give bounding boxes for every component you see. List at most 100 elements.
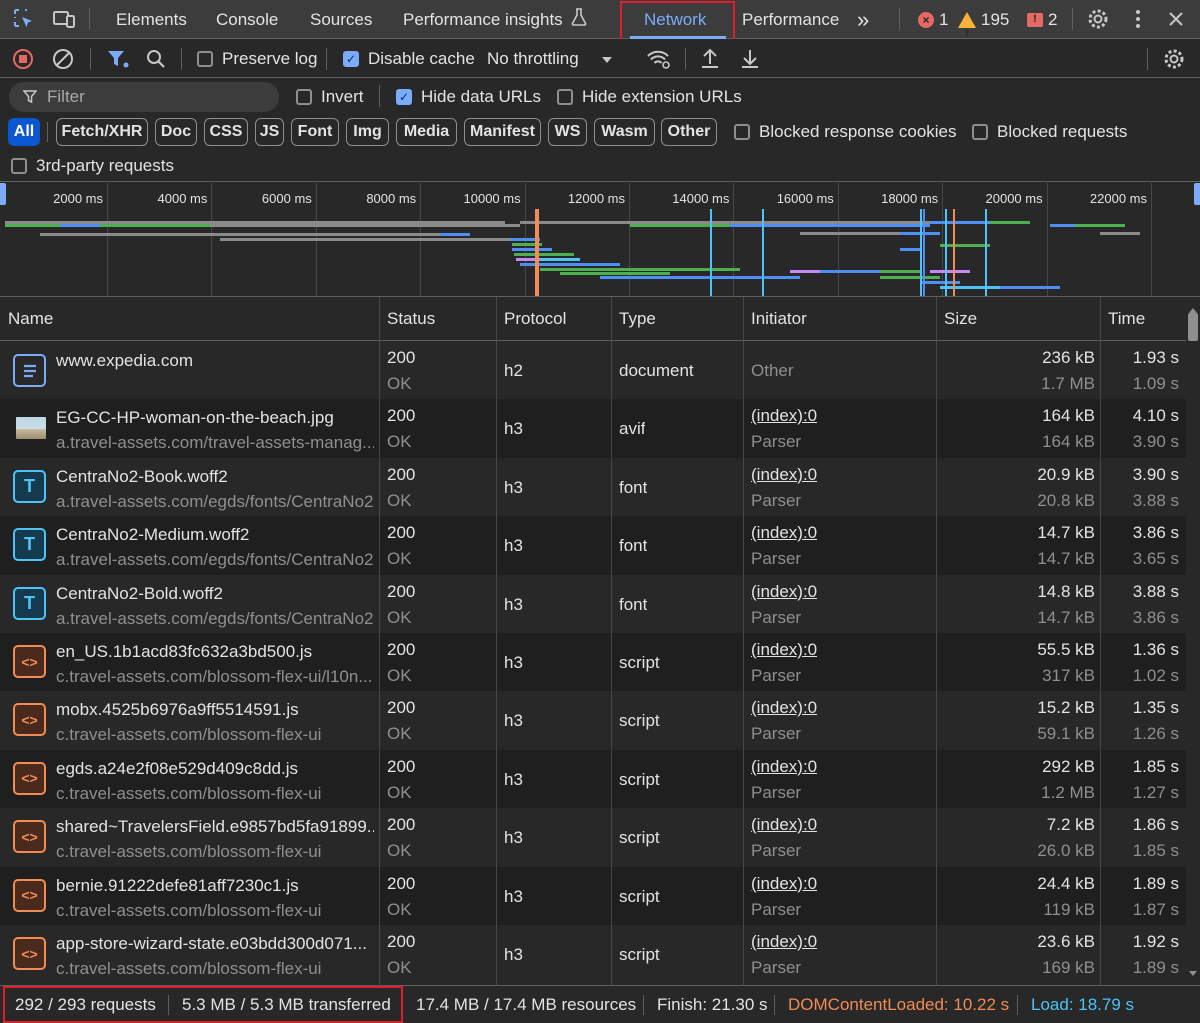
request-name: shared~TravelersField.e9857bd5fa91899... [56,817,374,837]
tab-elements[interactable]: Elements [116,0,187,39]
search-icon[interactable] [145,39,167,78]
table-row[interactable]: <> egds.a24e2f08e529d409c8dd.js c.travel-a… [0,749,1186,809]
checkbox-unchecked-icon [557,89,573,105]
hide-extension-urls-checkbox[interactable]: Hide extension URLs [557,87,742,107]
table-row[interactable]: <> bernie.91222defe81aff7230c1.js c.travel… [0,866,1186,925]
initiator-link[interactable]: (index):0 [751,874,817,894]
request-path: a.travel-assets.com/egds/fonts/CentraNo2 [56,608,374,628]
type-filter-all[interactable]: All [8,118,40,146]
tab-performance-insights[interactable]: Performance insights [403,0,587,39]
initiator-link[interactable]: (index):0 [751,698,817,718]
table-row[interactable]: T CentraNo2-Book.woff2 a.travel-assets.com… [0,457,1186,517]
hide-data-urls-checkbox[interactable]: ✓ Hide data URLs [396,87,541,107]
timeline-left-handle[interactable] [0,183,6,205]
script-icon: <> [13,645,46,678]
table-row[interactable]: T CentraNo2-Bold.woff2 a.travel-assets.com… [0,574,1186,633]
resource-size: 1.7 MB [1041,374,1095,393]
device-toolbar-icon[interactable] [51,6,77,32]
more-tabs-button[interactable]: » [857,0,869,39]
latency-time: 3.86 s [1132,607,1179,627]
tab-sources[interactable]: Sources [310,0,372,39]
table-row[interactable]: <> shared~TravelersField.e9857bd5fa91899.… [0,808,1186,867]
table-row[interactable]: <> en_US.1b1acd83fc632a3bd500.js c.travel-… [0,633,1186,692]
type-filter-wasm[interactable]: Wasm [594,118,655,146]
tab-performance[interactable]: Performance [742,0,839,39]
disable-cache-checkbox[interactable]: ✓ Disable cache [343,39,475,78]
type-filter-js[interactable]: JS [255,118,284,146]
filter-input[interactable]: Filter [9,82,279,112]
column-header-name[interactable]: Name [0,297,53,341]
settings-gear-icon[interactable] [1085,6,1111,32]
vertical-scrollbar[interactable] [1186,297,1200,985]
timeline-tick-label: 8000 ms [366,191,417,206]
scrollbar-thumb[interactable] [1188,313,1198,341]
initiator-link[interactable]: (index):0 [751,582,817,602]
type-filter-img[interactable]: Img [346,118,389,146]
clear-icon[interactable] [52,39,74,78]
tab-network[interactable]: Network [644,0,706,39]
initiator-link[interactable]: (index):0 [751,406,817,426]
hide-data-urls-label: Hide data URLs [421,87,542,106]
table-row[interactable]: www.expedia.com 200 OK h2 document Other 236 k… [0,341,1186,400]
filter-funnel-icon[interactable] [106,39,130,78]
devtools-tab-bar: Elements Console Sources Performance ins… [0,0,1200,43]
column-header-time[interactable]: Time [1100,297,1145,341]
type-filter-ws[interactable]: WS [548,118,587,146]
network-settings-gear-icon[interactable] [1163,39,1185,78]
checkbox-unchecked-icon [972,124,988,140]
blocked-requests-checkbox[interactable]: Blocked requests [972,122,1127,142]
column-header-type[interactable]: Type [611,297,656,341]
initiator-link[interactable]: (index):0 [751,640,817,660]
type-filter-css[interactable]: CSS [204,118,248,146]
column-header-initiator[interactable]: Initiator [743,297,807,341]
column-header-protocol[interactable]: Protocol [496,297,566,341]
type-filter-font[interactable]: Font [291,118,339,146]
column-divider[interactable] [1100,297,1101,985]
timeline-right-handle[interactable] [1194,183,1200,205]
type-filter-media[interactable]: Media [396,118,457,146]
column-divider[interactable] [496,297,497,985]
preserve-log-checkbox[interactable]: Preserve log [197,39,317,78]
third-party-requests-checkbox[interactable]: 3rd-party requests [11,156,174,176]
export-har-icon[interactable] [740,39,760,78]
column-divider[interactable] [611,297,612,985]
inspect-element-icon[interactable] [11,6,37,32]
initiator-link[interactable]: (index):0 [751,932,817,952]
initiator-link[interactable]: (index):0 [751,465,817,485]
initiator-link[interactable]: (index):0 [751,815,817,835]
invert-checkbox[interactable]: Invert [296,87,364,107]
import-har-icon[interactable] [700,39,720,78]
initiator-link[interactable]: (index):0 [751,757,817,777]
warnings-badge[interactable]: ! 195 [958,0,1009,40]
type-filter-manifest[interactable]: Manifest [464,118,541,146]
preserve-log-label: Preserve log [222,48,318,68]
blocked-response-cookies-checkbox[interactable]: Blocked response cookies [734,122,957,142]
column-divider[interactable] [379,297,380,985]
timeline-request-bar [930,221,990,224]
initiator-link[interactable]: (index):0 [751,523,817,543]
tab-console[interactable]: Console [216,0,278,39]
throttling-select[interactable]: No throttling [487,39,613,78]
table-row[interactable]: <> mobx.4525b6976a9ff5514591.js c.travel-a… [0,691,1186,750]
table-row[interactable]: <> app-store-wizard-state.e03bdd300d071..… [0,925,1186,984]
resource-type: document [619,361,694,380]
table-row[interactable]: EG-CC-HP-woman-on-the-beach.jpg a.travel-… [0,399,1186,458]
initiator: Other [751,361,794,380]
network-conditions-icon[interactable] [646,39,672,78]
errors-badge[interactable]: × 1 [918,0,948,39]
type-filter-fetch-xhr[interactable]: Fetch/XHR [56,118,148,146]
type-filter-doc[interactable]: Doc [155,118,197,146]
type-filter-other[interactable]: Other [661,118,717,146]
table-row[interactable]: T CentraNo2-Medium.woff2 a.travel-assets.c… [0,516,1186,575]
issues-badge[interactable]: ! 2 [1027,0,1057,39]
network-overview-timeline[interactable]: 2000 ms 4000 ms 6000 ms 8000 ms 10000 ms 1200… [0,183,1200,297]
close-icon[interactable] [1163,6,1189,32]
column-header-size[interactable]: Size [936,297,977,341]
scroll-down-arrow-icon[interactable] [1189,964,1197,982]
column-divider[interactable] [743,297,744,985]
column-header-status[interactable]: Status [379,297,435,341]
more-options-icon[interactable] [1125,6,1151,32]
column-divider[interactable] [936,297,937,985]
stop-recording-icon[interactable] [12,39,34,78]
status-code: 200 [387,932,416,951]
